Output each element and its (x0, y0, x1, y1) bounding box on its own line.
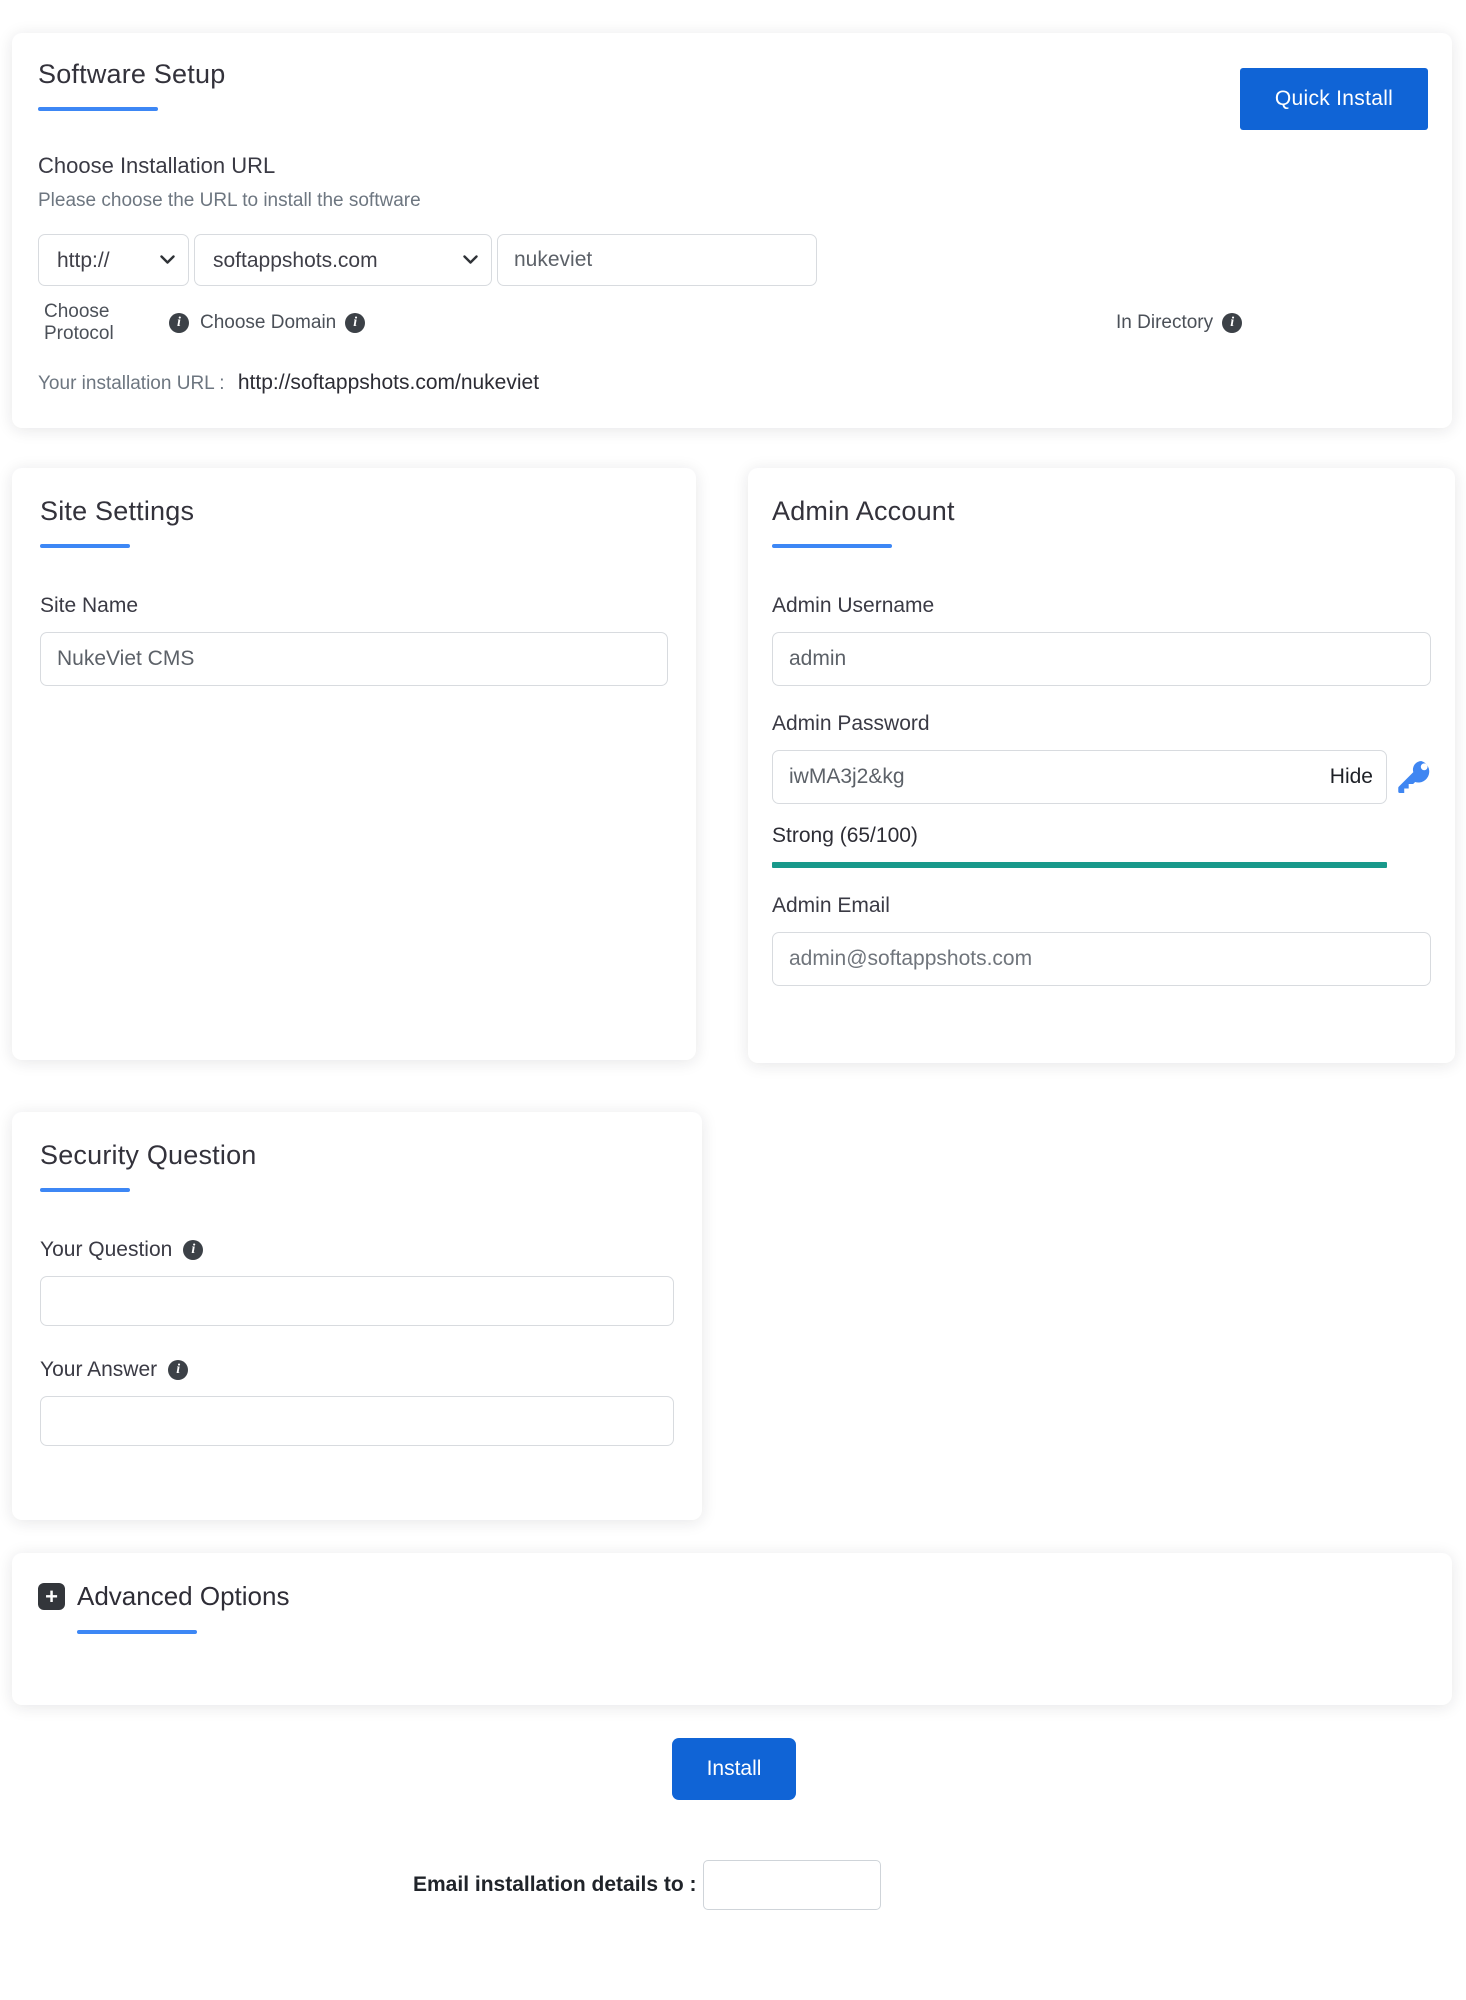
security-question-card: Security Question Your Question i Your A… (12, 1112, 702, 1520)
title-underline (40, 1188, 130, 1192)
protocol-select-wrap: http:// (38, 234, 189, 286)
installation-url-field-labels: Choose Protocol i Choose Domain i In Dir… (38, 301, 1426, 345)
info-icon[interactable]: i (345, 313, 366, 333)
software-setup-card: Software Setup Quick Install Choose Inst… (12, 33, 1452, 428)
advanced-options-toggle[interactable]: + Advanced Options (38, 1581, 1426, 1612)
site-name-label: Site Name (40, 594, 139, 617)
email-details-input[interactable] (702, 1860, 881, 1910)
info-icon[interactable]: i (169, 313, 189, 333)
admin-username-input[interactable] (772, 632, 1431, 686)
install-button[interactable]: Install (672, 1738, 796, 1800)
choose-domain-label: Choose Domain i (194, 301, 366, 345)
in-directory-label: In Directory i (1106, 301, 1426, 345)
choose-installation-url-subtext: Please choose the URL to install the sof… (38, 190, 421, 211)
installation-url-value: http://softappshots.com/nukeviet (237, 371, 540, 394)
admin-password-label: Admin Password (772, 712, 930, 735)
domain-select-wrap: softappshots.com (194, 234, 492, 286)
site-settings-card: Site Settings Site Name (12, 468, 696, 1060)
choose-protocol-label: Choose Protocol i (38, 301, 189, 345)
site-name-input[interactable] (40, 632, 668, 686)
title-underline (40, 544, 130, 548)
installation-url-label: Your installation URL : (38, 373, 225, 394)
admin-password-input[interactable] (772, 750, 1387, 804)
software-setup-title: Software Setup (38, 59, 226, 89)
key-icon[interactable] (1397, 760, 1431, 794)
protocol-select[interactable]: http:// (38, 234, 189, 286)
info-icon[interactable]: i (1222, 313, 1243, 333)
title-underline (77, 1630, 197, 1634)
installer-page: Software Setup Quick Install Choose Inst… (0, 0, 1466, 2000)
security-question-title: Security Question (40, 1140, 257, 1170)
your-question-label: Your Question i (40, 1238, 674, 1262)
hide-password-button[interactable]: Hide (1330, 765, 1373, 789)
installation-url-fields: http:// softappshots.com (38, 234, 1426, 286)
domain-select[interactable]: softappshots.com (194, 234, 492, 286)
admin-password-wrap: Hide (772, 750, 1387, 804)
plus-icon[interactable]: + (38, 1583, 65, 1610)
your-question-input[interactable] (40, 1276, 674, 1326)
advanced-options-title: Advanced Options (77, 1581, 290, 1611)
email-details-label: Email installation details to : (413, 1873, 697, 1896)
your-answer-label: Your Answer i (40, 1358, 674, 1382)
admin-email-label: Admin Email (772, 894, 890, 917)
admin-account-title: Admin Account (772, 496, 955, 526)
directory-input[interactable] (497, 234, 817, 286)
password-strength-bar (772, 862, 1387, 868)
installation-url-line: Your installation URL : http://softappsh… (38, 371, 1426, 395)
admin-username-label: Admin Username (772, 594, 935, 617)
info-icon[interactable]: i (183, 1240, 204, 1260)
advanced-options-card: + Advanced Options (12, 1553, 1452, 1705)
title-underline (38, 107, 158, 111)
your-answer-input[interactable] (40, 1396, 674, 1446)
admin-password-row: Hide (772, 750, 1431, 804)
choose-installation-url-heading: Choose Installation URL (38, 153, 276, 178)
quick-install-button[interactable]: Quick Install (1240, 68, 1428, 130)
password-strength-text: Strong (65/100) (772, 824, 918, 847)
info-icon[interactable]: i (168, 1360, 189, 1380)
site-settings-title: Site Settings (40, 496, 195, 526)
title-underline (772, 544, 892, 548)
admin-account-card: Admin Account Admin Username Admin Passw… (748, 468, 1455, 1063)
admin-email-input[interactable] (772, 932, 1431, 986)
email-details-row: Email installation details to : (413, 1860, 881, 1910)
